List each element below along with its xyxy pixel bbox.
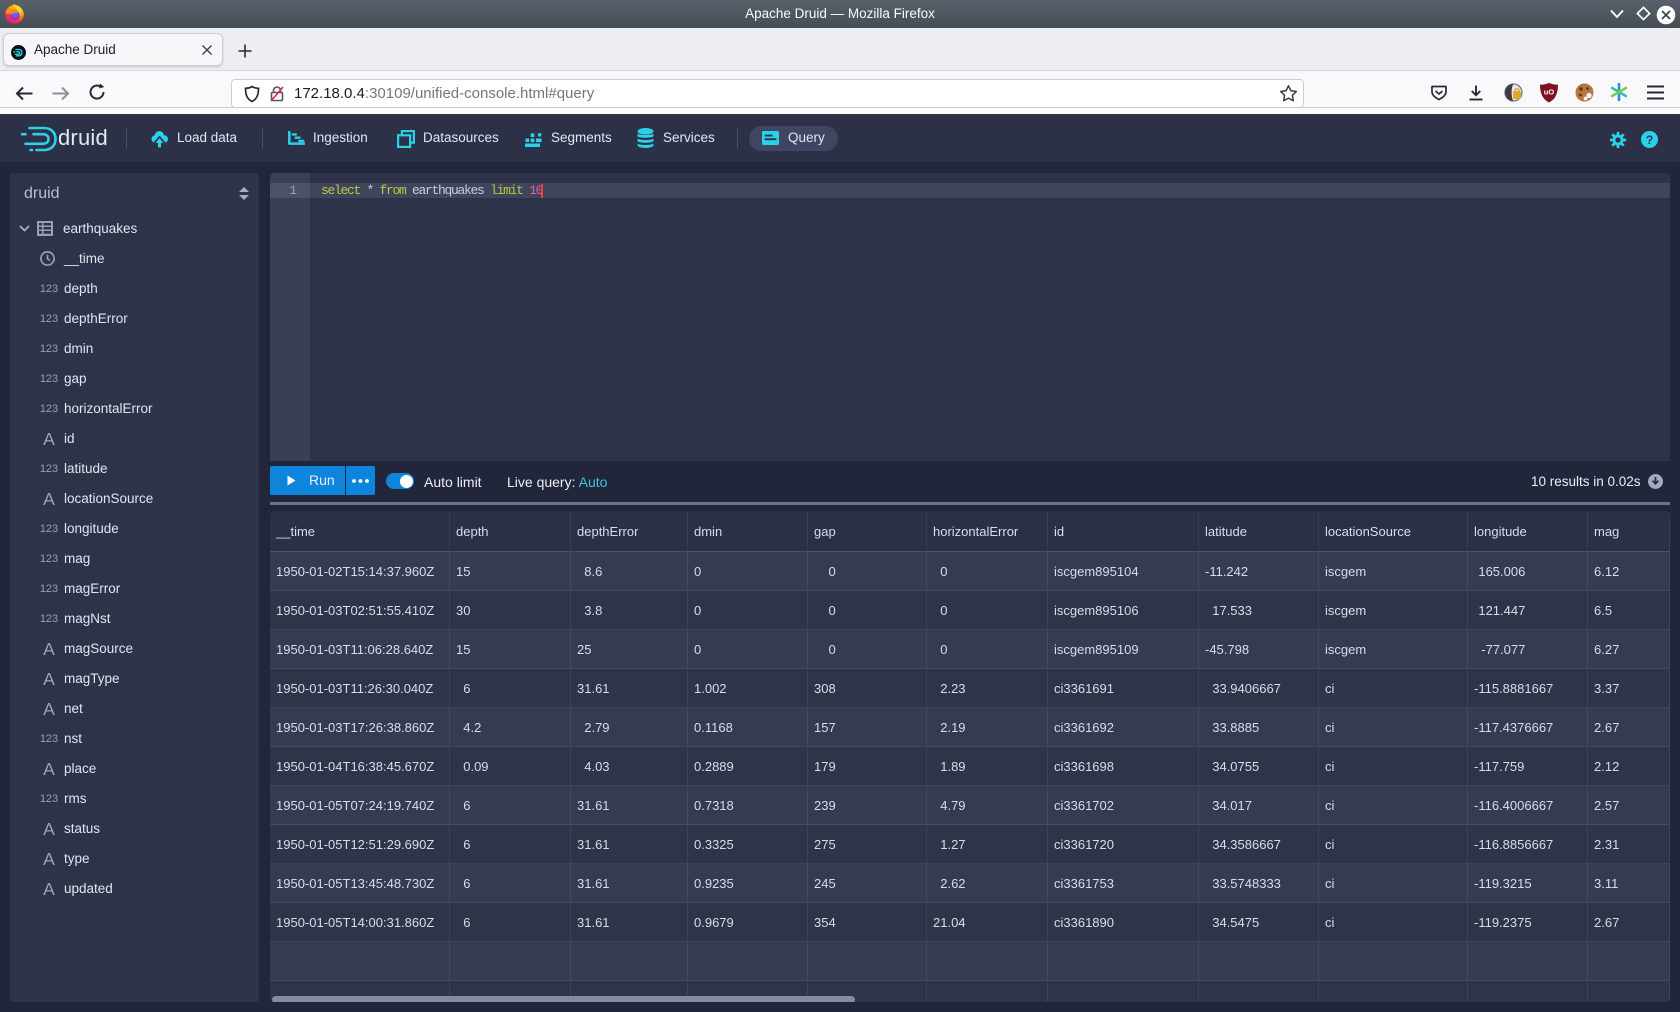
svg-text:uO: uO <box>1544 88 1555 97</box>
svg-text:?: ? <box>1646 133 1653 147</box>
